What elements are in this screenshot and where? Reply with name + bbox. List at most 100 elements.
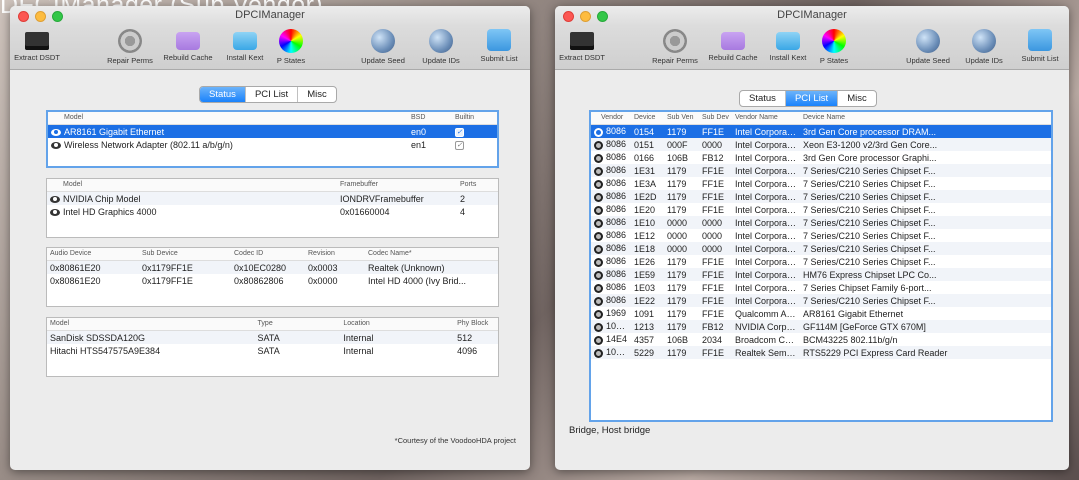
table-row[interactable]: 8086 1E26 1179 FF1E Intel Corporation 7 Serie… (591, 255, 1051, 268)
table-row[interactable]: SanDisk SDSSDA120G SATA Internal 512 (47, 331, 498, 344)
table-row[interactable]: Intel HD Graphics 4000 0x01660004 4 (47, 205, 498, 218)
submit-list-button[interactable]: Submit List (472, 26, 526, 63)
table-row[interactable]: 14E4 4357 106B 2034 Broadcom Cor... BCM43225 … (591, 333, 1051, 346)
column-header[interactable]: Device (631, 112, 664, 124)
cell-text: 0000 (702, 230, 723, 241)
table-row[interactable]: 8086 1E03 1179 FF1E Intel Corporation 7 Serie… (591, 281, 1051, 294)
tab-pci-list[interactable]: PCI List (246, 87, 299, 102)
column-header[interactable]: Sub Dev (699, 112, 732, 124)
cell-text: 0154 (634, 126, 655, 137)
table-row[interactable]: 0x80861E20 0x1179FF1E 0x80862806 0x0000 … (47, 274, 498, 287)
table-row[interactable]: 8086 1E12 0000 0000 Intel Corporation 7 Serie… (591, 229, 1051, 242)
tab-status[interactable]: Status (740, 91, 786, 106)
table-row[interactable]: 8086 1E10 0000 0000 Intel Corporation 7 Serie… (591, 216, 1051, 229)
window-title: DPCIManager (235, 9, 305, 21)
repair-perms-button[interactable]: Repair Perms (649, 26, 701, 65)
storage-table[interactable]: Model Type Location Phy Block SanDisk SD… (46, 317, 499, 377)
cell-text: 10EC (606, 347, 629, 358)
table-row[interactable]: 8086 1E2D 1179 FF1E Intel Corporation 7 Serie… (591, 190, 1051, 203)
tab-pci-list[interactable]: PCI List (785, 91, 839, 106)
tab-misc[interactable]: Misc (838, 91, 876, 106)
table-row[interactable]: 8086 1E22 1179 FF1E Intel Corporation 7 Serie… (591, 294, 1051, 307)
extract-dsdt-button[interactable]: Extract DSDT (14, 26, 60, 62)
extract-dsdt-button[interactable]: Extract DSDT (559, 26, 605, 62)
cell-text: HM76 Express Chipset LPC Co... (803, 269, 937, 280)
repair-perms-button[interactable]: Repair Perms (104, 26, 156, 65)
update-seed-button[interactable]: Update Seed (356, 26, 410, 65)
cell-text: FF1E (702, 308, 725, 319)
cell-text: 1E26 (634, 256, 656, 267)
column-header[interactable]: Device Name (800, 112, 1047, 124)
table-row[interactable]: 0x80861E20 0x1179FF1E 0x10EC0280 0x0003 … (47, 261, 498, 274)
cell-text: 7 Series/C210 Series Chipset F... (803, 230, 936, 241)
cell-text: 1179 (667, 321, 687, 332)
rebuild-cache-button[interactable]: Rebuild Cache (707, 26, 759, 62)
table-row[interactable]: 8086 1E18 0000 0000 Intel Corporation 7 Serie… (591, 242, 1051, 255)
cell-text: 1179 (667, 126, 687, 137)
cell-text: 14E4 (606, 334, 628, 345)
cell-text: 0166 (634, 152, 655, 163)
dpcimanager-status-window: DPCIManager Extract DSDT Repair Perms Re… (10, 6, 530, 470)
cell-text: Intel Corporation (735, 269, 800, 280)
cell-text: 1E31 (634, 165, 656, 176)
cell-text: 7 Series/C210 Series Chipset F... (803, 243, 936, 254)
folder-icon (721, 32, 745, 50)
table-row[interactable]: 8086 1E59 1179 FF1E Intel Corporation HM76 Ex… (591, 268, 1051, 281)
cell-text: 1E59 (634, 269, 656, 280)
monitor-icon (570, 32, 594, 50)
table-row[interactable]: 8086 0166 106B FB12 Intel Corporation 3rd Gen… (591, 151, 1051, 164)
cell-text: 0000 (702, 243, 723, 254)
table-row[interactable]: 10DE 1213 1179 FB12 NVIDIA Corpor... GF114M [… (591, 320, 1051, 333)
table-row[interactable]: 8086 1E3A 1179 FF1E Intel Corporation 7 Serie… (591, 177, 1051, 190)
table-row[interactable]: NVIDIA Chip Model IONDRVFramebuffer 2 (47, 192, 498, 205)
cell-text: Intel Corporation (735, 191, 800, 202)
column-header[interactable]: Vendor (591, 112, 631, 124)
install-kext-button[interactable]: Install Kext (220, 26, 270, 62)
install-kext-button[interactable]: Install Kext (763, 26, 813, 62)
builtin-checkbox[interactable]: ✓ (455, 128, 464, 137)
cell-text: 1E3A (634, 178, 657, 189)
cell-text: 3rd Gen Core processor DRAM... (803, 126, 937, 137)
p-states-button[interactable]: P States (272, 26, 310, 65)
table-row[interactable]: 8086 0151 000F 0000 Intel Corporation Xeon E3… (591, 138, 1051, 151)
colorwheel-icon (279, 29, 303, 53)
column-header[interactable]: Sub Ven (664, 112, 699, 124)
device-icon (594, 322, 603, 332)
colorwheel-icon (822, 29, 846, 53)
graphics-table[interactable]: Model Framebuffer Ports NVIDIA Chip Mode… (46, 178, 499, 238)
cell-text: 7 Series/C210 Series Chipset F... (803, 295, 936, 306)
builtin-checkbox[interactable]: ✓ (455, 141, 464, 150)
cell-text: Intel Corporation (735, 256, 800, 267)
p-states-button[interactable]: P States (815, 26, 853, 65)
cell-text: Xeon E3-1200 v2/3rd Gen Core... (803, 139, 938, 150)
update-ids-button[interactable]: Update IDs (416, 26, 466, 65)
table-row[interactable]: Wireless Network Adapter (802.11 a/b/g/n… (48, 138, 497, 151)
cell-text: 1179 (667, 256, 687, 267)
table-row[interactable]: 10EC 5229 1179 FF1E Realtek Semic... RTS5229 … (591, 346, 1051, 359)
update-seed-button[interactable]: Update Seed (901, 26, 955, 65)
column-header[interactable]: Vendor Name (732, 112, 800, 124)
window-title: DPCIManager (777, 9, 847, 21)
cell-text: 8086 (606, 282, 627, 293)
tab-misc[interactable]: Misc (298, 87, 336, 102)
tab-status[interactable]: Status (200, 87, 246, 102)
submit-list-button[interactable]: Submit List (1013, 26, 1067, 63)
cell-text: 1179 (667, 295, 687, 306)
table-row[interactable]: 8086 1E20 1179 FF1E Intel Corporation 7 Serie… (591, 203, 1051, 216)
table-row[interactable]: 8086 1E31 1179 FF1E Intel Corporation 7 Serie… (591, 164, 1051, 177)
table-row[interactable]: 8086 0154 1179 FF1E Intel Corporation 3rd Gen… (591, 125, 1051, 138)
update-ids-button[interactable]: Update IDs (959, 26, 1009, 65)
pci-device-table[interactable]: Vendor Device Sub Ven Sub Dev Vendor Name Dev… (589, 110, 1053, 422)
folder-icon (233, 32, 257, 50)
table-row[interactable]: Hitachi HTS547575A9E384 SATA Internal 40… (47, 344, 498, 357)
audio-table[interactable]: Audio Device Sub Device Codec ID Revisio… (46, 247, 499, 307)
table-row[interactable]: 1969 1091 1179 FF1E Qualcomm Ath... AR8161 Gi… (591, 307, 1051, 320)
rebuild-cache-button[interactable]: Rebuild Cache (162, 26, 214, 62)
device-icon (594, 283, 603, 293)
cell-text: 8086 (606, 204, 627, 215)
cell-text: FF1E (702, 347, 725, 358)
monitor-icon (25, 32, 49, 50)
network-table[interactable]: Model BSD Builtin AR8161 Gigabit Etherne… (46, 110, 499, 168)
table-row[interactable]: AR8161 Gigabit Ethernet en0 ✓ (48, 125, 497, 138)
cell-text: 8086 (606, 217, 627, 228)
